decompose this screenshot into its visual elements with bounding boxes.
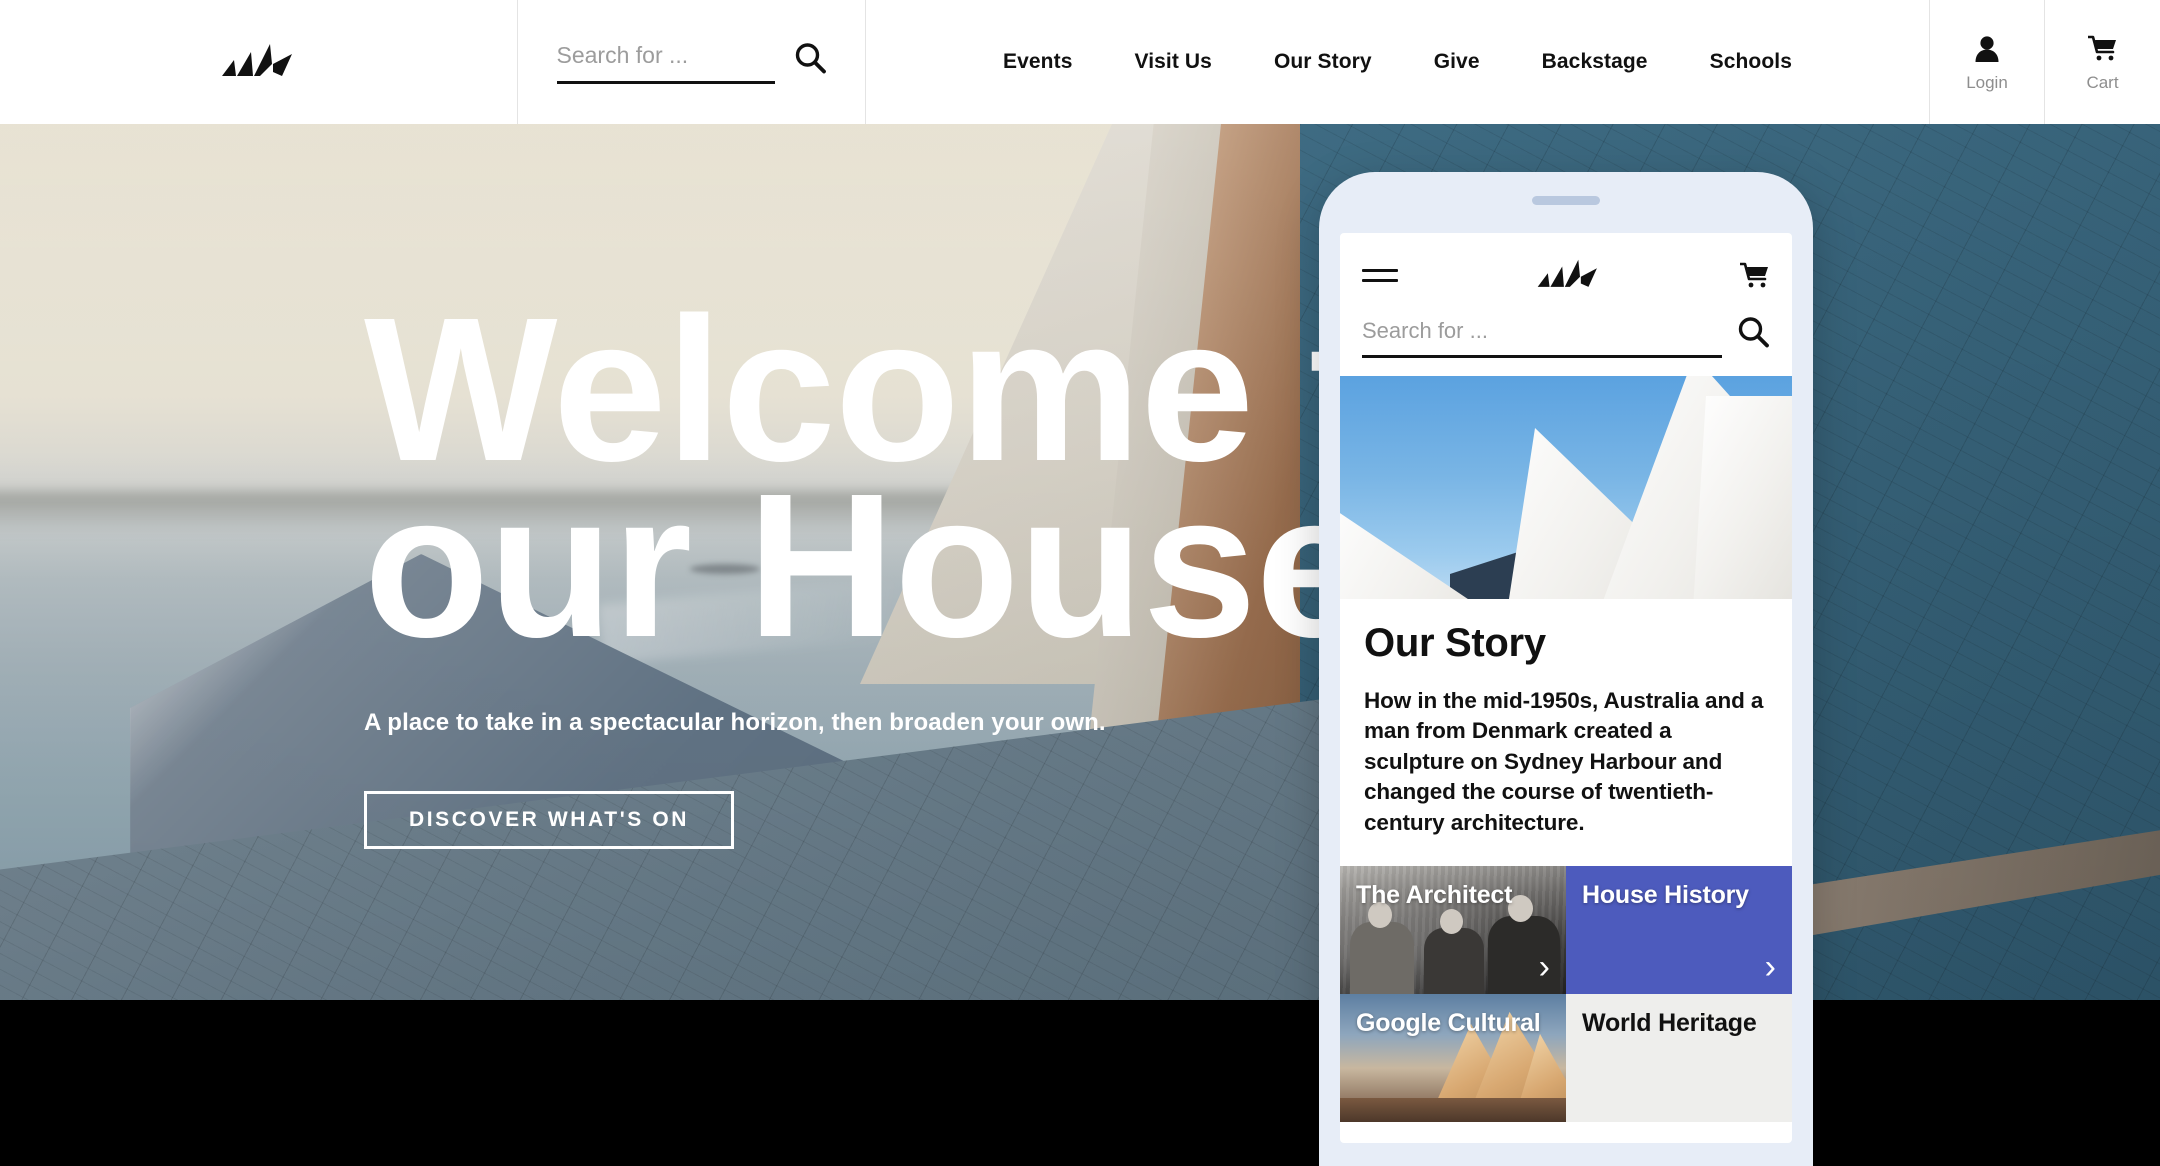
chevron-right-icon[interactable]: ›: [1765, 950, 1776, 984]
discover-whats-on-button[interactable]: DISCOVER WHAT'S ON: [364, 790, 734, 849]
phone-cart-icon[interactable]: [1740, 262, 1770, 289]
hero-copy: Welcome t our House A place to take in a…: [364, 287, 1377, 849]
phone-search-submit-button[interactable]: [1736, 315, 1770, 358]
tile-the-architect[interactable]: The Architect ›: [1340, 865, 1566, 994]
nav-item-our-story[interactable]: Our Story: [1243, 50, 1403, 74]
hero-subtitle: A place to take in a spectacular horizon…: [364, 708, 1106, 736]
nav-item-events[interactable]: Events: [972, 50, 1103, 74]
phone-article-paragraph: How in the mid-1950s, Australia and a ma…: [1364, 688, 1764, 835]
chevron-right-icon[interactable]: ›: [1539, 950, 1550, 984]
opera-house-sails-logo-icon: [220, 42, 298, 82]
nav-item-visit-us[interactable]: Visit Us: [1103, 50, 1242, 74]
phone-opera-house-sails-logo-icon[interactable]: [1536, 258, 1602, 292]
tile-label: House History: [1582, 880, 1749, 909]
phone-header: [1340, 233, 1792, 358]
tile-label: World Heritage: [1582, 1008, 1757, 1037]
search-icon: [1736, 317, 1770, 352]
nav-item-backstage[interactable]: Backstage: [1511, 50, 1679, 74]
site-header: Events Visit Us Our Story Give Backstage…: [0, 0, 2160, 124]
phone-hero-image: [1340, 376, 1792, 599]
header-search: [518, 0, 866, 124]
tile-world-heritage[interactable]: World Heritage: [1566, 993, 1792, 1122]
hero-title-line-2: our House: [364, 451, 1370, 681]
cart-label: Cart: [2086, 72, 2119, 92]
phone-screen: Our Story How in the mid-1950s, Australi…: [1340, 233, 1792, 1143]
tile-google-cultural[interactable]: Google Cultural: [1340, 993, 1566, 1122]
phone-search-input[interactable]: [1362, 318, 1722, 358]
page-root: Events Visit Us Our Story Give Backstage…: [0, 0, 2160, 1166]
search-submit-button[interactable]: [793, 41, 827, 84]
tile-label: The Architect: [1356, 880, 1513, 909]
user-icon: [1974, 32, 2000, 66]
nav-item-schools[interactable]: Schools: [1679, 50, 1823, 74]
phone-speaker-notch: [1532, 196, 1600, 205]
hero-section: Welcome t our House A place to take in a…: [0, 124, 2160, 1000]
nav-item-give[interactable]: Give: [1403, 50, 1511, 74]
cart-button[interactable]: Cart: [2045, 0, 2160, 124]
login-label: Login: [1966, 72, 2008, 92]
tile-house-history[interactable]: House History ›: [1566, 865, 1792, 994]
shopping-cart-icon: [2087, 32, 2118, 66]
login-button[interactable]: Login: [1930, 0, 2045, 124]
hamburger-menu-icon[interactable]: [1362, 268, 1398, 282]
phone-tile-grid: The Architect › House History › Google C…: [1340, 865, 1792, 1122]
phone-article: Our Story How in the mid-1950s, Australi…: [1340, 599, 1792, 846]
search-icon: [793, 41, 827, 78]
phone-search: [1362, 315, 1770, 358]
search-input[interactable]: [556, 41, 775, 84]
tile-label: Google Cultural: [1356, 1008, 1541, 1037]
phone-mockup: Our Story How in the mid-1950s, Australi…: [1319, 172, 1813, 1166]
footer-black-band: [0, 1000, 2160, 1166]
site-logo[interactable]: [0, 0, 518, 124]
main-navigation: Events Visit Us Our Story Give Backstage…: [866, 0, 1930, 124]
phone-article-title: Our Story: [1364, 621, 1546, 665]
